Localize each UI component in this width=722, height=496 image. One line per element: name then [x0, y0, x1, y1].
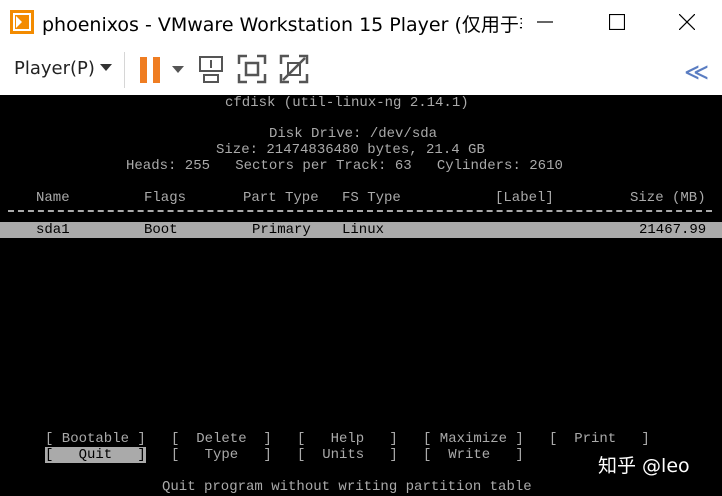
back-chevrons-icon[interactable]: ≪ [684, 58, 709, 86]
pause-icon[interactable] [140, 57, 162, 83]
minimize-button[interactable] [516, 0, 574, 44]
toolbar: Player(P) ≪ [0, 44, 722, 95]
window-title: phoenixos - VMware Workstation 15 Player… [42, 14, 522, 36]
partition-name: sda1 [36, 222, 70, 238]
close-button[interactable] [658, 0, 716, 44]
close-icon [679, 14, 695, 30]
watermark: 知乎 @leo [598, 455, 690, 477]
partition-type: Primary [252, 222, 311, 238]
toolbar-separator [124, 52, 125, 88]
fullscreen-icon[interactable] [237, 54, 267, 84]
header-divider [8, 210, 712, 212]
menu-units[interactable]: [ Units ] [297, 447, 398, 463]
disk-drive: Disk Drive: /dev/sda [269, 126, 438, 142]
col-label-header: [Label] [495, 190, 554, 206]
vmware-logo-icon [10, 10, 34, 34]
unity-icon[interactable] [279, 54, 309, 84]
col-flags-header: Flags [144, 190, 187, 206]
cfdisk-header: cfdisk (util-linux-ng 2.14.1) [225, 95, 469, 111]
menu-delete[interactable]: [ Delete ] [171, 431, 272, 447]
col-name-header: Name [36, 190, 70, 206]
player-menu[interactable]: Player(P) [14, 58, 95, 79]
partition-fstype: Linux [342, 222, 385, 238]
dropdown-arrow-icon[interactable] [100, 64, 112, 72]
col-fstype-header: FS Type [342, 190, 401, 206]
partition-row[interactable]: sda1 Boot Primary Linux 21467.99 [0, 222, 722, 238]
menu-print[interactable]: [ Print ] [549, 431, 650, 447]
menu-quit[interactable]: [ Quit ] [45, 447, 146, 463]
col-parttype-header: Part Type [243, 190, 319, 206]
send-ctrl-alt-del-icon[interactable] [196, 54, 226, 84]
pause-dropdown-icon[interactable] [172, 66, 184, 74]
disk-geometry: Heads: 255 Sectors per Track: 63 Cylinde… [126, 158, 563, 174]
menu-bootable[interactable]: [ Bootable ] [45, 431, 146, 447]
partition-flags: Boot [144, 222, 178, 238]
menu-type[interactable]: [ Type ] [171, 447, 272, 463]
partition-size: 21467.99 [639, 222, 707, 238]
menu-maximize[interactable]: [ Maximize ] [423, 431, 524, 447]
minimize-icon [537, 21, 553, 23]
disk-size: Size: 21474836480 bytes, 21.4 GB [216, 142, 485, 158]
menu-help[interactable]: [ Help ] [297, 431, 398, 447]
col-size-header: Size (MB) [630, 190, 706, 206]
status-line: Quit program without writing partition t… [162, 479, 532, 495]
vm-console[interactable]: cfdisk (util-linux-ng 2.14.1) Disk Drive… [0, 95, 722, 496]
menu-write[interactable]: [ Write ] [423, 447, 524, 463]
maximize-icon [609, 14, 625, 30]
title-bar: phoenixos - VMware Workstation 15 Player… [0, 0, 722, 44]
maximize-button[interactable] [588, 0, 646, 44]
